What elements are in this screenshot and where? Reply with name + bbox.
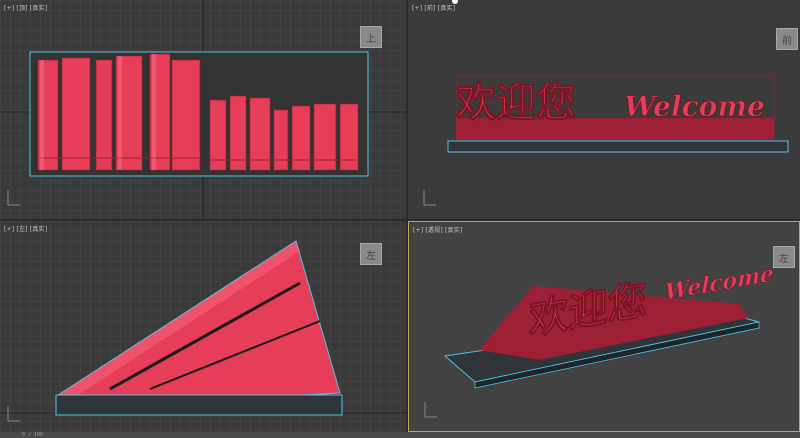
viewport-perspective[interactable]: 欢迎您 Welcome [+] [透视] [真实] 左	[408, 221, 800, 432]
viewport-perspective-label[interactable]: [+] [透视] [真实]	[413, 225, 463, 234]
viewcube-perspective[interactable]: 左	[773, 246, 795, 268]
viewport-front-canvas: 欢迎您 Welcome	[423, 75, 789, 206]
viewport-left-canvas	[0, 221, 406, 432]
front-chinese-text: 欢迎您	[455, 80, 576, 126]
left-base	[55, 394, 343, 416]
persp-english-text: Welcome	[665, 261, 774, 306]
viewport-perspective-canvas: 欢迎您 Welcome	[424, 260, 774, 418]
viewport-top-label[interactable]: [+] [顶] [真实]	[4, 3, 47, 12]
persp-axis-gizmo	[424, 402, 437, 418]
viewcube-left[interactable]: 左	[360, 243, 382, 265]
status-bar: 0 / 100	[0, 432, 800, 438]
viewcube-front[interactable]: 前	[776, 28, 798, 50]
front-english-text: Welcome	[624, 90, 765, 123]
viewcube-top[interactable]: 上	[360, 26, 382, 48]
status-coord: 0 / 100	[22, 432, 44, 438]
viewport-front[interactable]: 欢迎您 Welcome [+] [前] [真实] 前	[408, 0, 800, 219]
viewport-left[interactable]: [+] [左] [真实] 左	[0, 221, 406, 432]
viewport-left-label[interactable]: [+] [左] [真实]	[4, 224, 47, 233]
viewport-top[interactable]: [+] [顶] [真实] 上	[0, 0, 406, 219]
viewport-front-label[interactable]: [+] [前] [真实]	[412, 3, 455, 12]
front-base	[447, 140, 789, 153]
front-axis-gizmo	[423, 190, 436, 206]
viewport-top-canvas	[0, 0, 406, 219]
